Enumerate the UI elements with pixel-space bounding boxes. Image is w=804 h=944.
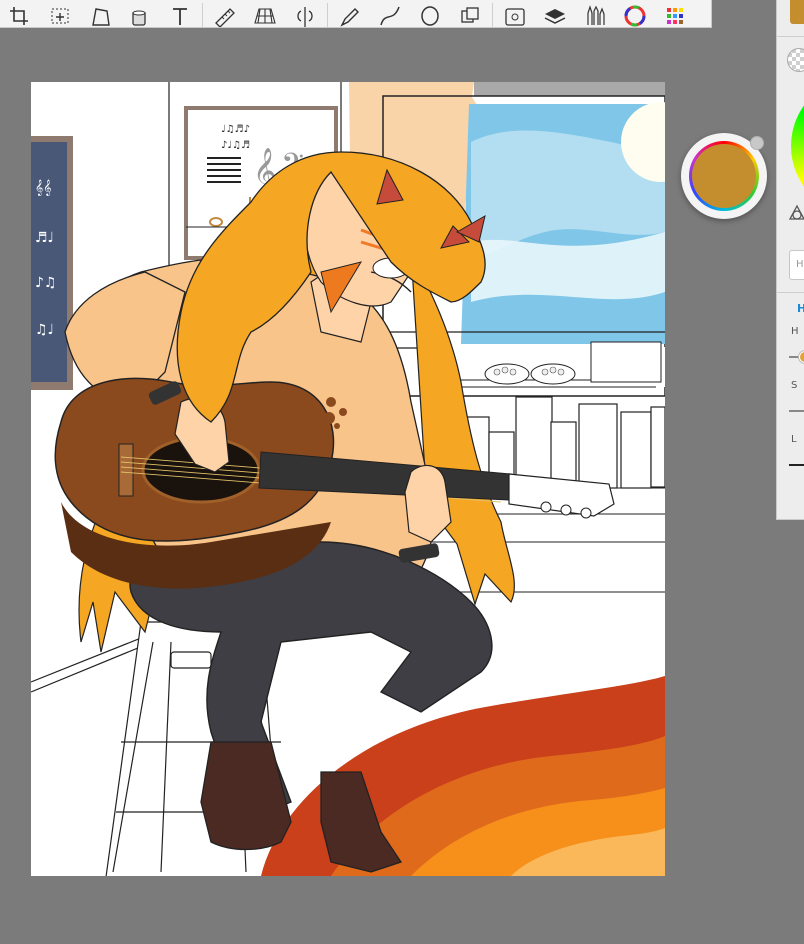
drawing-canvas[interactable]: ♩♫♬♪ ♪♩♫♬ 𝄞 𝄢 𝄞𝄞 ♬♩ ♪♫ ♫♩	[31, 82, 665, 876]
ellipse-icon[interactable]	[410, 1, 450, 27]
fill-bucket-icon[interactable]	[120, 1, 160, 27]
artwork-illustration: ♩♫♬♪ ♪♩♫♬ 𝄞 𝄢 𝄞𝄞 ♬♩ ♪♫ ♫♩	[31, 82, 665, 876]
copy-layer-icon[interactable]	[450, 1, 490, 27]
current-color-swatch[interactable]	[692, 144, 756, 208]
hex-input[interactable]: H	[789, 250, 804, 280]
svg-text:♬♩: ♬♩	[35, 230, 54, 246]
toolbar-divider	[202, 3, 203, 27]
svg-text:𝄞𝄞: 𝄞𝄞	[35, 180, 52, 196]
slider-label-h: H	[791, 326, 799, 337]
brush-library-icon[interactable]	[575, 1, 615, 27]
slider-label-s: S	[791, 380, 798, 391]
lightness-slider[interactable]	[789, 464, 804, 466]
color-puck[interactable]	[681, 133, 767, 219]
svg-text:♫♩: ♫♩	[35, 322, 54, 338]
distort-icon[interactable]	[80, 1, 120, 27]
perspective-grid-icon[interactable]	[245, 1, 285, 27]
panel-divider	[777, 292, 804, 293]
reference-image-icon[interactable]	[495, 1, 535, 27]
saturation-slider[interactable]	[789, 410, 804, 412]
close-icon[interactable]	[750, 136, 764, 150]
svg-text:♪♩♫♬: ♪♩♫♬	[221, 140, 250, 151]
color-harmony-icon[interactable]	[788, 204, 804, 222]
current-color-chip[interactable]	[790, 0, 804, 24]
panel-divider	[777, 36, 804, 37]
layers-icon[interactable]	[535, 1, 575, 27]
tab-hsl[interactable]: H	[797, 302, 804, 315]
toolbar	[0, 0, 712, 28]
toolbar-divider	[492, 3, 493, 27]
slider-label-l: L	[791, 434, 797, 445]
color-wheel[interactable]	[791, 76, 804, 216]
hex-placeholder: H	[796, 259, 804, 270]
svg-text:♩♫♬♪: ♩♫♬♪	[221, 124, 250, 135]
ruler-icon[interactable]	[205, 1, 245, 27]
transparent-swatch-icon[interactable]	[787, 48, 804, 72]
text-icon[interactable]	[160, 1, 200, 27]
hue-slider-knob[interactable]	[799, 351, 804, 363]
color-panel: H H H S L	[776, 0, 804, 520]
symmetry-icon[interactable]	[285, 1, 325, 27]
color-puck-ring	[689, 141, 759, 211]
swatch-grid-icon[interactable]	[655, 1, 695, 27]
color-wheel-icon[interactable]	[615, 1, 655, 27]
svg-text:♪♫: ♪♫	[35, 275, 57, 291]
crop-icon[interactable]	[0, 1, 40, 27]
toolbar-divider	[327, 3, 328, 27]
curve-icon[interactable]	[370, 1, 410, 27]
transform-icon[interactable]	[40, 1, 80, 27]
pen-icon[interactable]	[330, 1, 370, 27]
